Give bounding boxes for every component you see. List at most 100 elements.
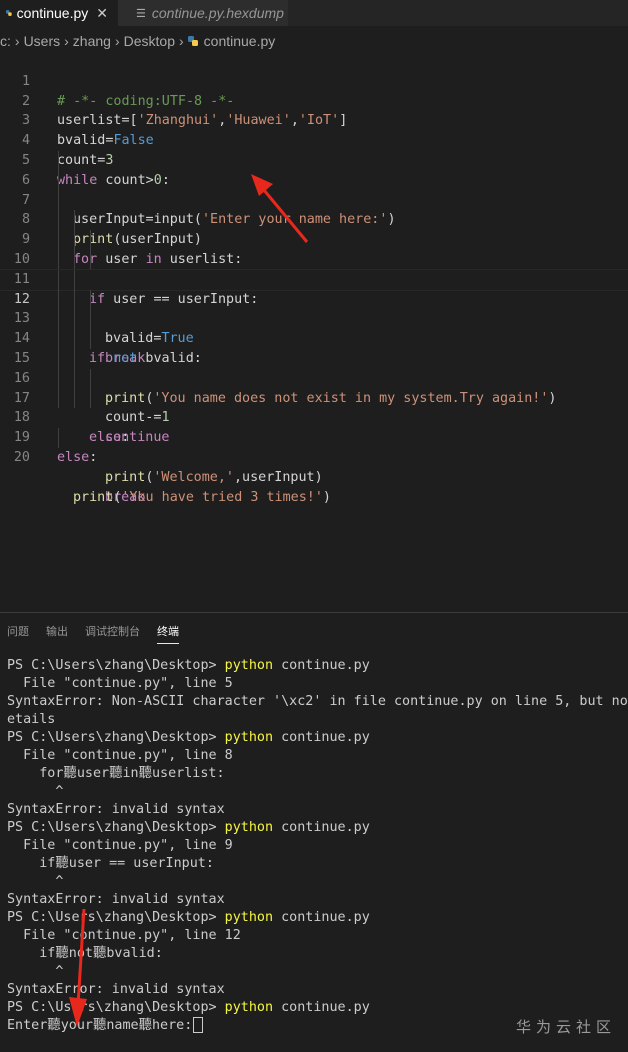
code-line[interactable]: 10 bvalid=True	[0, 230, 628, 346]
indent-guide	[58, 329, 59, 349]
indent-guide	[58, 170, 59, 191]
terminal-argument: continue.py	[273, 730, 370, 745]
tab-problems[interactable]: 问题	[7, 621, 29, 643]
code-string: 'Welcome,'	[153, 469, 234, 485]
watermark-logo-text: 华为云社区	[515, 1019, 616, 1036]
indent-guide	[58, 428, 59, 448]
code-function: print	[73, 489, 114, 505]
indent-guide	[74, 309, 75, 330]
terminal-argument: continue.py	[273, 1000, 370, 1015]
indent-guide	[90, 309, 91, 330]
code-line[interactable]: 18 break	[0, 388, 628, 505]
terminal-line: File "continue.py", line 5	[7, 676, 233, 691]
code-line[interactable]: 19 else:	[0, 408, 628, 465]
terminal-line: ^	[7, 784, 64, 799]
code-line-current[interactable]: 12 if not bvalid:	[0, 268, 628, 366]
code-line[interactable]: 8 for user in userlist:	[0, 190, 628, 267]
indent-guide	[90, 388, 91, 409]
code-token: )	[322, 489, 331, 505]
breadcrumb-item-drive[interactable]: c:	[0, 33, 11, 49]
indent-guide	[74, 289, 75, 310]
terminal-line: File "continue.py", line 9	[7, 838, 233, 853]
code-line[interactable]: 16 else:	[0, 348, 628, 445]
breadcrumb: c: › Users › zhang › Desktop › continue.…	[0, 30, 628, 52]
code-line[interactable]: 2 userlist=['Zhanghui','Huawei','IoT']	[0, 72, 628, 129]
bottom-panel: 问题 输出 调试控制台 终端 PS C:\Users\zhang\Desktop…	[0, 612, 628, 1052]
terminal-command: python	[224, 1000, 274, 1015]
terminal-prompt: PS C:\Users\zhang\Desktop>	[7, 658, 225, 673]
breadcrumb-item-zhang[interactable]: zhang	[73, 33, 111, 49]
chevron-right-icon: ›	[114, 33, 120, 49]
indent-guide	[74, 368, 75, 389]
code-token: ,userInput)	[234, 469, 323, 485]
tab-terminal[interactable]: 终端	[157, 621, 179, 644]
indent-guide	[58, 289, 59, 310]
terminal-argument: continue.py	[273, 658, 370, 673]
indent-guide	[90, 289, 91, 310]
code-line[interactable]: 5 while count>0:	[0, 131, 628, 188]
code-keyword: else	[57, 449, 90, 465]
chevron-right-icon: ›	[14, 33, 20, 49]
terminal-input-prompt: Enter聽your聽name聽here:	[7, 1018, 193, 1033]
indent-guide	[74, 230, 75, 250]
chevron-right-icon: ›	[64, 33, 69, 49]
tab-continue-py[interactable]: continue.py ✕	[0, 0, 118, 26]
terminal-line: if聽not聽bvalid:	[7, 946, 163, 961]
breadcrumb-item-users[interactable]: Users	[24, 33, 61, 49]
terminal-argument: continue.py	[273, 910, 370, 925]
code-line[interactable]: 15 continue	[0, 329, 628, 445]
code-line[interactable]: 20 print('You have tried 3 times!')	[0, 428, 628, 505]
indent-guide	[90, 230, 91, 250]
terminal[interactable]: PS C:\Users\zhang\Desktop> python contin…	[7, 657, 628, 1035]
code-function: print	[105, 469, 146, 485]
terminal-line: for聽user聽in聽userlist:	[7, 766, 225, 781]
code-line[interactable]: 9 if user == userInput:	[0, 210, 628, 307]
terminal-command: python	[224, 730, 274, 745]
code-line[interactable]: 6 userInput=input('Enter your name here:…	[0, 150, 628, 227]
code-line[interactable]: 1 # -*- coding:UTF-8 -*-	[0, 52, 628, 109]
indent-guide	[74, 388, 75, 409]
code-line[interactable]: 7 print(userInput)	[0, 170, 628, 247]
code-line[interactable]: 14 count-=1	[0, 309, 628, 425]
tab-debug-console[interactable]: 调试控制台	[85, 621, 140, 643]
code-line[interactable]: 17 print('Welcome,',userInput)	[0, 368, 628, 485]
tab-label: continue.py	[16, 5, 89, 21]
terminal-line: File "continue.py", line 8	[7, 748, 233, 763]
indent-guide	[74, 329, 75, 349]
terminal-line: SyntaxError: invalid syntax	[7, 892, 225, 907]
python-file-icon	[187, 36, 198, 46]
terminal-prompt: PS C:\Users\zhang\Desktop>	[7, 820, 225, 835]
terminal-prompt: PS C:\Users\zhang\Desktop>	[7, 730, 225, 745]
code-line[interactable]: 3 bvalid=False	[0, 92, 628, 148]
tab-output[interactable]: 输出	[46, 621, 68, 643]
terminal-prompt: PS C:\Users\zhang\Desktop>	[7, 1000, 225, 1015]
code-line[interactable]: 11 break	[0, 249, 628, 366]
breadcrumb-item-file[interactable]: continue.py	[204, 33, 276, 49]
indent-guide	[58, 210, 59, 231]
terminal-line: File "continue.py", line 12	[7, 928, 241, 943]
indent-guide	[58, 269, 59, 290]
terminal-cursor[interactable]	[193, 1017, 204, 1033]
code-string: 'You have tried 3 times!'	[121, 489, 323, 505]
tab-continue-py-hexdump[interactable]: ☰ continue.py.hexdump	[118, 0, 288, 26]
close-tab-icon[interactable]: ✕	[96, 5, 108, 22]
code-editor[interactable]: 1 # -*- coding:UTF-8 -*- 2 userlist=['Zh…	[0, 52, 628, 505]
terminal-line: PS C:\Users\zhang\Desktop> python contin…	[7, 819, 628, 837]
python-file-icon	[6, 10, 12, 16]
code-line[interactable]: 13 print('You name does not exist in my …	[0, 289, 628, 406]
terminal-command: python	[224, 820, 274, 835]
indent-guide	[58, 150, 59, 171]
indent-guide	[58, 368, 59, 389]
code-token: :	[89, 449, 98, 465]
terminal-command: python	[224, 658, 274, 673]
terminal-line: etails	[7, 712, 56, 727]
breadcrumb-item-desktop[interactable]: Desktop	[124, 33, 175, 49]
terminal-line: ^	[7, 964, 64, 979]
terminal-line: PS C:\Users\zhang\Desktop> python contin…	[7, 909, 628, 927]
indent-guide	[74, 210, 75, 231]
indent-guide	[58, 309, 59, 330]
indent-guide	[58, 388, 59, 409]
indent-guide	[90, 329, 91, 349]
terminal-prompt: PS C:\Users\zhang\Desktop>	[7, 910, 225, 925]
code-line[interactable]: 4 count=3	[0, 111, 628, 168]
